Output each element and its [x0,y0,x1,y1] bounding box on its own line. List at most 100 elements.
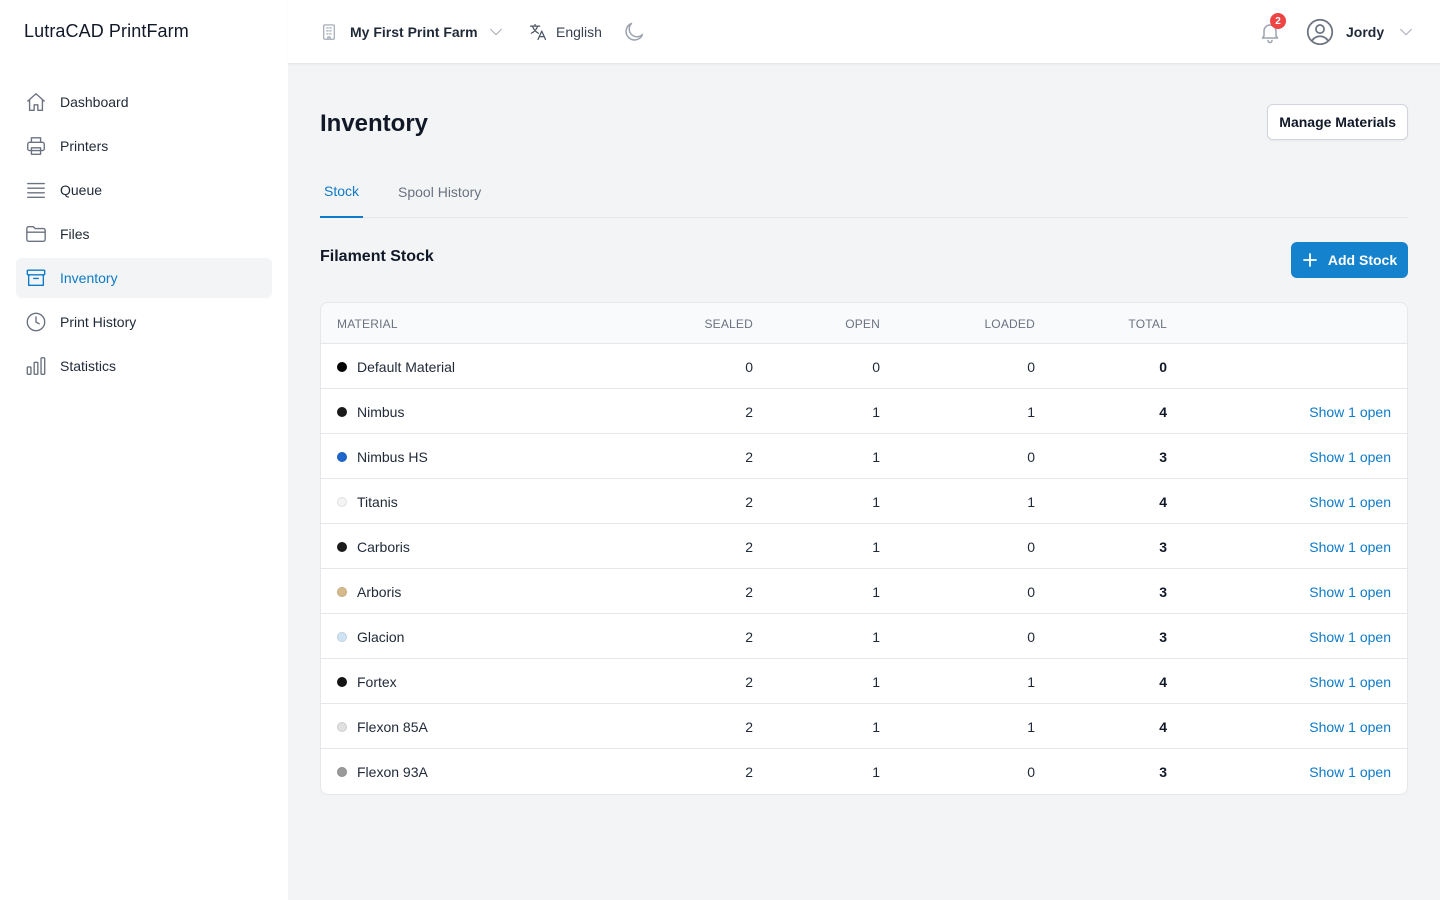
filament-stock-table: MATERIAL SEALED OPEN LOADED TOTAL Defaul… [320,302,1408,795]
show-open-link[interactable]: Show 1 open [1309,749,1391,794]
chevron-down-icon [489,28,502,36]
sealed-count: 2 [745,538,753,555]
table-row: Flexon 85A 2 1 1 4 Show 1 open [321,704,1407,749]
tab-stock[interactable]: Stock [320,170,364,218]
material-name: Carboris [357,538,410,555]
sidebar-item-label: Dashboard [60,94,129,110]
app-title: LutraCAD PrintFarm [24,21,189,41]
loaded-count: 0 [1027,448,1035,465]
table-row: Fortex 2 1 1 4 Show 1 open [321,659,1407,704]
total-count: 4 [1159,403,1167,420]
user-avatar-icon [1306,18,1334,46]
show-open-link[interactable]: Show 1 open [1309,479,1391,524]
open-count: 1 [872,448,880,465]
sidebar-item-dashboard[interactable]: Dashboard [16,82,272,122]
loaded-count: 0 [1027,628,1035,645]
table-header: MATERIAL SEALED OPEN LOADED TOTAL [321,303,1407,344]
column-header-material: MATERIAL [337,316,398,331]
column-header-loaded: LOADED [984,316,1035,331]
loaded-count: 1 [1027,403,1035,420]
show-open-link[interactable]: Show 1 open [1309,389,1391,434]
farm-selector[interactable]: My First Print Farm [320,20,504,44]
notification-count-badge: 2 [1270,13,1286,29]
sealed-count: 2 [745,718,753,735]
show-open-link[interactable]: Show 1 open [1309,524,1391,569]
total-count: 4 [1159,493,1167,510]
loaded-count: 1 [1027,718,1035,735]
sealed-count: 2 [745,628,753,645]
sidebar-item-files[interactable]: Files [16,214,272,254]
open-count: 1 [872,403,880,420]
top-bar: My First Print Farm English 2 Jordy [288,0,1440,64]
table-row: Nimbus 2 1 1 4 Show 1 open [321,389,1407,434]
table-row: Default Material 0 0 0 0 [321,344,1407,389]
show-open-link[interactable]: Show 1 open [1309,614,1391,659]
chevron-down-icon [1400,28,1412,36]
total-count: 3 [1159,628,1167,645]
total-count: 3 [1159,448,1167,465]
sealed-count: 2 [745,448,753,465]
loaded-count: 0 [1027,583,1035,600]
page-title: Inventory [320,110,429,137]
table-body: Default Material 0 0 0 0 Nimbus 2 1 1 4 Show 1 ope… [321,344,1407,794]
tab-spool-history[interactable]: Spool History [394,170,485,218]
material-name: Flexon 93A [357,763,428,780]
translate-icon [529,23,547,41]
sidebar-item-label: Printers [60,138,109,154]
loaded-count: 1 [1027,493,1035,510]
material-color-swatch [337,406,347,417]
sidebar-item-inventory[interactable]: Inventory [16,258,272,298]
add-stock-button[interactable]: Add Stock [1291,242,1408,278]
show-open-link[interactable]: Show 1 open [1309,704,1391,749]
show-open-link[interactable]: Show 1 open [1309,434,1391,479]
language-selector[interactable]: English [528,20,602,44]
material-name: Titanis [357,493,398,510]
material-name: Nimbus HS [357,448,428,465]
language-label: English [556,24,602,40]
section-title: Filament Stock [320,248,434,265]
loaded-count: 0 [1027,763,1035,780]
loaded-count: 0 [1027,358,1035,375]
sealed-count: 2 [745,493,753,510]
bar-chart-icon [24,354,48,378]
queue-icon [24,178,48,202]
theme-toggle[interactable] [622,20,646,49]
material-color-swatch [337,451,347,462]
open-count: 0 [872,358,880,375]
show-open-link[interactable]: Show 1 open [1309,659,1391,704]
total-count: 4 [1159,718,1167,735]
material-color-swatch [337,766,347,777]
sidebar-item-label: Inventory [60,270,118,286]
material-cell: Arboris [337,569,401,614]
user-menu[interactable]: Jordy [1306,18,1414,46]
material-cell: Flexon 85A [337,704,428,749]
printer-icon [24,134,48,158]
material-name: Nimbus [357,403,405,420]
loaded-count: 1 [1027,673,1035,690]
sidebar: LutraCAD PrintFarm Dashboard Printers Qu… [0,0,288,900]
sidebar-item-statistics[interactable]: Statistics [16,346,272,386]
archive-box-icon [24,266,48,290]
material-cell: Carboris [337,524,410,569]
material-cell: Fortex [337,659,397,704]
material-name: Default Material [357,358,456,375]
total-count: 0 [1159,358,1167,375]
material-color-swatch [337,676,347,687]
material-color-swatch [337,586,347,597]
sealed-count: 2 [745,763,753,780]
material-color-swatch [337,496,347,507]
material-color-swatch [337,541,347,552]
material-name: Fortex [357,673,397,690]
sidebar-item-queue[interactable]: Queue [16,170,272,210]
material-cell: Nimbus HS [337,434,428,479]
manage-materials-button[interactable]: Manage Materials [1267,104,1408,140]
show-open-link[interactable]: Show 1 open [1309,569,1391,614]
column-header-open: OPEN [845,316,880,331]
add-stock-label: Add Stock [1327,252,1398,268]
open-count: 1 [872,493,880,510]
table-row: Nimbus HS 2 1 0 3 Show 1 open [321,434,1407,479]
sidebar-item-printers[interactable]: Printers [16,126,272,166]
sidebar-item-print-history[interactable]: Print History [16,302,272,342]
sealed-count: 0 [745,358,753,375]
material-color-swatch [337,721,347,732]
